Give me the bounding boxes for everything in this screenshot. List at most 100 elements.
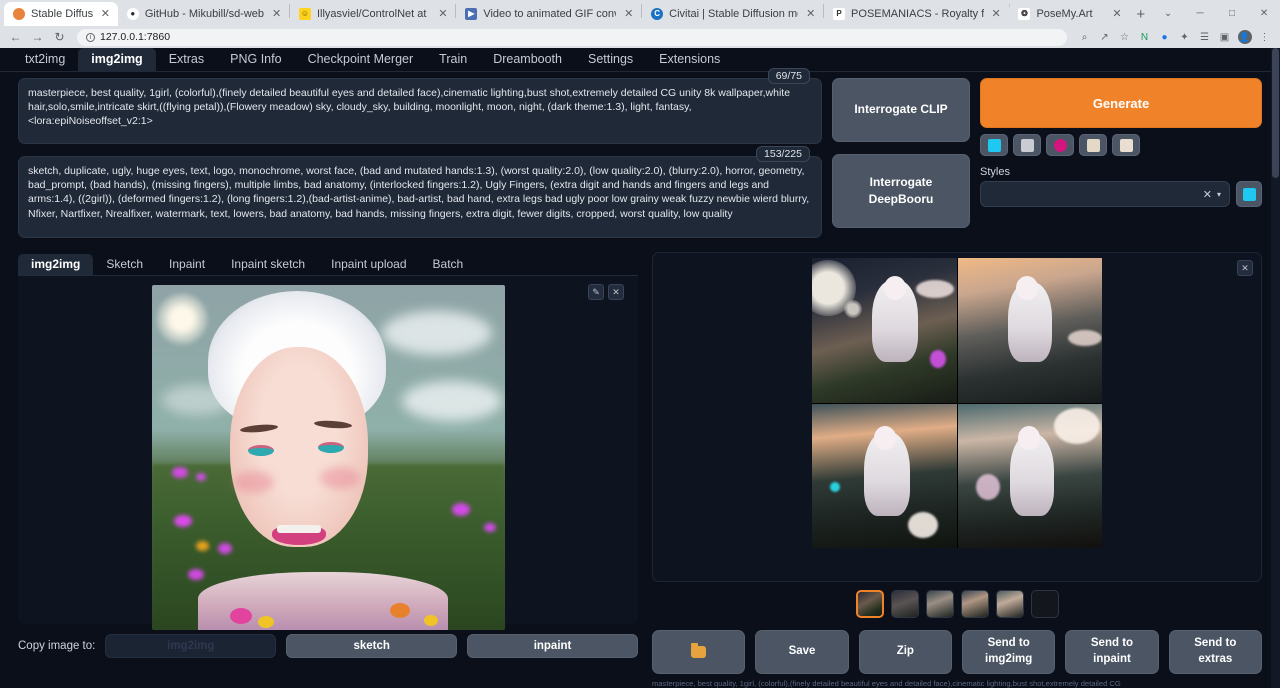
browser-tab-4[interactable]: C Civitai | Stable Diffusion models ✕ (642, 2, 823, 26)
new-tab-button[interactable]: + (1129, 2, 1152, 26)
result-action-buttons: Save Zip Send to img2img Send to inpaint… (652, 630, 1262, 674)
blue-extension-icon[interactable]: ● (1155, 28, 1174, 46)
result-image-2[interactable] (958, 258, 1103, 403)
send-to-extras-button[interactable]: Send to extras (1169, 630, 1262, 674)
source-image[interactable] (152, 285, 505, 630)
reload-icon[interactable]: ↻ (50, 28, 69, 46)
tab-png-info[interactable]: PNG Info (217, 48, 294, 71)
subtab-batch[interactable]: Batch (420, 254, 477, 275)
reading-list-icon[interactable]: ☰ (1195, 28, 1214, 46)
result-image-4[interactable] (958, 404, 1103, 549)
send-to-img2img-button[interactable]: Send to img2img (962, 630, 1055, 674)
remove-image-button[interactable]: ✕ (608, 284, 624, 300)
browser-tab-close-icon[interactable]: ✕ (99, 8, 112, 21)
result-image-grid[interactable] (812, 258, 1102, 548)
copy-to-inpaint-button[interactable]: inpaint (467, 634, 638, 658)
zip-button[interactable]: Zip (859, 630, 952, 674)
result-image-3[interactable] (812, 404, 957, 549)
page-content: 69/75 masterpiece, best quality, 1girl, … (0, 72, 1280, 688)
scrollbar-thumb[interactable] (1272, 48, 1279, 178)
head-element (1018, 426, 1040, 450)
thumbnail-1[interactable] (891, 590, 919, 618)
browser-tab-close-icon[interactable]: ✕ (270, 8, 283, 21)
chrome-menu-icon[interactable]: ⋮ (1255, 28, 1274, 46)
share-icon[interactable]: ↗ (1095, 28, 1114, 46)
window-chevron-icon[interactable]: ⌄ (1152, 0, 1184, 26)
window-maximize-icon[interactable]: □ (1216, 0, 1248, 26)
subtab-img2img[interactable]: img2img (18, 254, 93, 275)
tab-extensions[interactable]: Extensions (646, 48, 733, 71)
side-panel-icon[interactable]: ▣ (1215, 28, 1234, 46)
browser-tab-0[interactable]: Stable Diffusion ✕ (4, 2, 118, 26)
tab-txt2img[interactable]: txt2img (12, 48, 78, 71)
subtab-inpaint-sketch[interactable]: Inpaint sketch (218, 254, 318, 275)
thumbnail-2[interactable] (926, 590, 954, 618)
window-close-icon[interactable]: ✕ (1248, 0, 1280, 26)
address-bar[interactable]: i 127.0.0.1:7860 (77, 29, 1067, 46)
interrogate-clip-button[interactable]: Interrogate CLIP (832, 78, 970, 142)
blush-element (234, 471, 274, 493)
interrogate-deepbooru-button[interactable]: Interrogate DeepBooru (832, 154, 970, 228)
thumbnail-3[interactable] (961, 590, 989, 618)
profile-avatar-icon[interactable]: 👤 (1235, 28, 1254, 46)
tab-train[interactable]: Train (426, 48, 480, 71)
refresh-styles-button[interactable] (1236, 181, 1262, 207)
zoom-icon[interactable]: ⌕ (1075, 28, 1094, 46)
flower-element (452, 503, 470, 516)
browser-tab-close-icon[interactable]: ✕ (990, 8, 1003, 21)
forward-icon[interactable]: → (28, 28, 47, 46)
subtab-inpaint-upload[interactable]: Inpaint upload (318, 254, 419, 275)
result-image-1[interactable] (812, 258, 957, 403)
tab-extras[interactable]: Extras (156, 48, 217, 71)
browser-tab-close-icon[interactable]: ✕ (804, 8, 817, 21)
save-button[interactable]: Save (755, 630, 848, 674)
back-icon[interactable]: ← (6, 28, 25, 46)
notion-extension-icon[interactable]: N (1135, 28, 1154, 46)
prompt-input[interactable]: masterpiece, best quality, 1girl, (color… (18, 78, 822, 144)
clear-prompt-button[interactable] (1013, 134, 1041, 156)
browser-tab-5[interactable]: P POSEMANIACS - Royalty free 3 ✕ (824, 2, 1009, 26)
recycle-icon (1054, 139, 1067, 152)
thumbnail-empty[interactable] (1031, 590, 1059, 618)
extensions-puzzle-icon[interactable]: ✦ (1175, 28, 1194, 46)
save-style-button[interactable] (1112, 134, 1140, 156)
flower-element (188, 569, 204, 580)
subtab-sketch[interactable]: Sketch (93, 254, 156, 275)
tab-img2img[interactable]: img2img (78, 48, 155, 71)
tab-settings[interactable]: Settings (575, 48, 646, 71)
negative-prompt-input[interactable]: sketch, duplicate, ugly, huge eyes, text… (18, 156, 822, 238)
browser-tab-2[interactable]: ☺ Illyasviel/ControlNet at main ✕ (290, 2, 455, 26)
browser-tab-1[interactable]: ● GitHub - Mikubill/sd-webui-co ✕ (118, 2, 289, 26)
thumbnail-grid[interactable] (856, 590, 884, 618)
image-tool-buttons: ✎ ✕ (588, 284, 624, 300)
chevron-down-icon[interactable]: ▾ (1217, 190, 1221, 199)
tab-checkpoint-merger[interactable]: Checkpoint Merger (295, 48, 427, 71)
apply-style-button[interactable] (1079, 134, 1107, 156)
styles-dropdown[interactable]: ✕ ▾ (980, 181, 1230, 207)
read-generation-params-button[interactable] (1046, 134, 1074, 156)
restore-progress-button[interactable] (980, 134, 1008, 156)
browser-tab-close-icon[interactable]: ✕ (622, 8, 635, 21)
copy-to-sketch-button[interactable]: sketch (286, 634, 457, 658)
browser-tab-close-icon[interactable]: ✕ (1110, 8, 1123, 21)
posemyart-icon: ❂ (1018, 8, 1030, 20)
clear-styles-icon[interactable]: ✕ (1203, 188, 1212, 201)
site-info-icon[interactable]: i (86, 33, 95, 42)
edit-image-button[interactable]: ✎ (588, 284, 604, 300)
close-gallery-button[interactable]: ✕ (1237, 260, 1253, 276)
send-to-inpaint-button[interactable]: Send to inpaint (1065, 630, 1158, 674)
negative-token-counter: 153/225 (756, 146, 810, 162)
tab-dreambooth[interactable]: Dreambooth (480, 48, 575, 71)
window-minimize-icon[interactable]: ─ (1184, 0, 1216, 26)
browser-tab-close-icon[interactable]: ✕ (436, 8, 449, 21)
page-scrollbar[interactable] (1271, 48, 1280, 688)
browser-tab-label: Video to animated GIF converter (483, 8, 616, 20)
generate-button[interactable]: Generate (980, 78, 1262, 128)
browser-tab-6[interactable]: ❂ PoseMy.Art ✕ (1009, 2, 1129, 26)
browser-tab-3[interactable]: ▶ Video to animated GIF converter ✕ (456, 2, 641, 26)
subtab-inpaint[interactable]: Inpaint (156, 254, 218, 275)
copy-to-img2img-button[interactable]: img2img (105, 634, 276, 658)
open-folder-button[interactable] (652, 630, 745, 674)
thumbnail-4[interactable] (996, 590, 1024, 618)
bookmark-star-icon[interactable]: ☆ (1115, 28, 1134, 46)
